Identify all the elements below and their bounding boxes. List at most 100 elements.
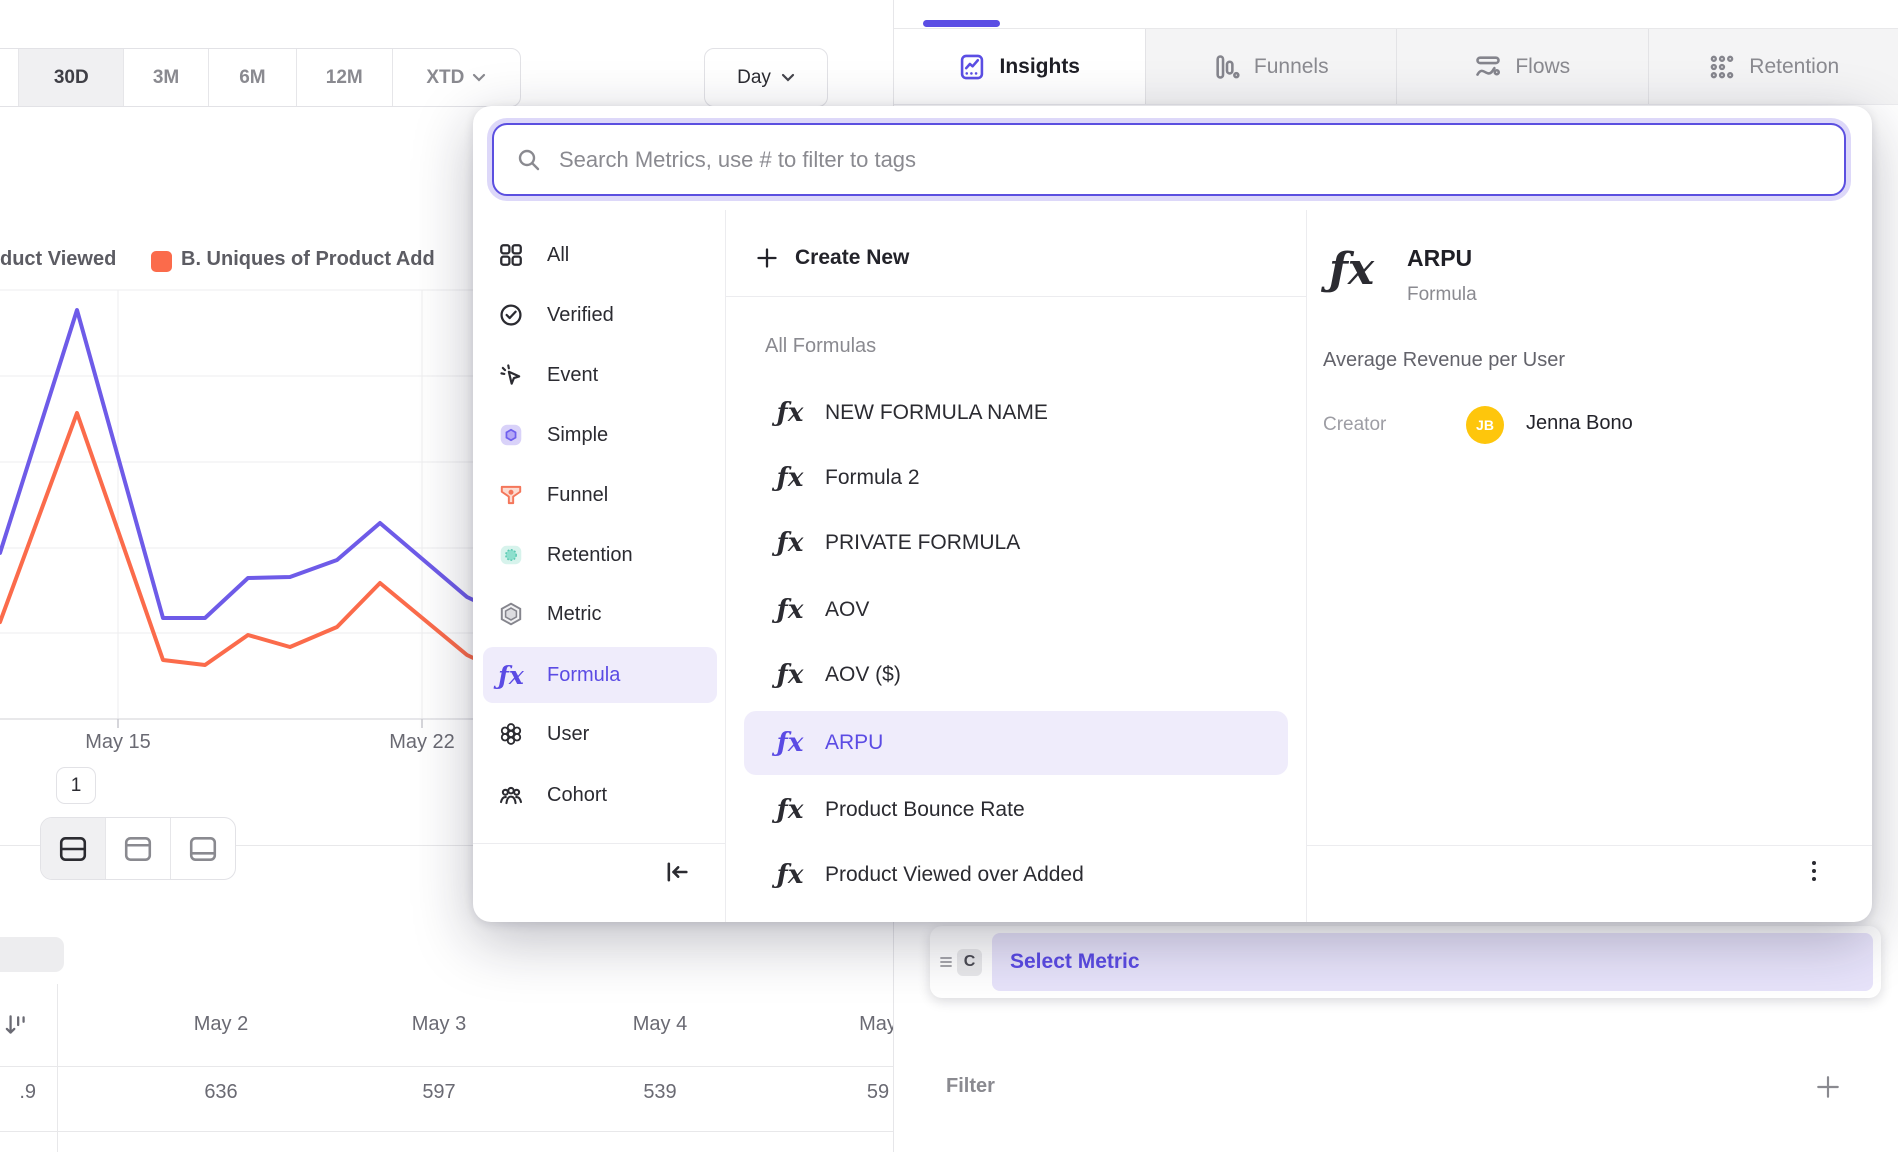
category-label: Funnel <box>547 484 608 507</box>
fx-icon: ƒx <box>773 528 807 558</box>
metric-clause-card: C Select Metric <box>930 926 1881 998</box>
create-new-label: Create New <box>795 246 909 270</box>
modal-column-divider <box>725 210 726 922</box>
funnel-icon <box>498 482 524 508</box>
kebab-menu-icon[interactable] <box>1803 858 1825 884</box>
category-label: Formula <box>547 664 620 687</box>
formula-detail-title: ARPU <box>1407 245 1472 272</box>
category-verified[interactable]: Verified <box>485 291 715 339</box>
fx-icon: ƒx <box>773 860 807 890</box>
category-label: User <box>547 723 589 746</box>
list-divider <box>725 296 1306 297</box>
table-cell: 597 <box>369 1081 509 1104</box>
formula-name: NEW FORMULA NAME <box>825 401 1048 425</box>
category-formula[interactable]: ƒx Formula <box>485 651 715 699</box>
category-label: Cohort <box>547 784 607 807</box>
tab-funnels[interactable]: Funnels <box>1145 29 1397 104</box>
collapse-panel-icon[interactable] <box>663 858 691 886</box>
formula-item[interactable]: ƒxFormula 2 <box>773 456 1273 500</box>
flows-wave-icon <box>1474 53 1502 81</box>
category-label: Event <box>547 364 598 387</box>
drag-handle-icon[interactable] <box>938 954 954 970</box>
formula-detail-fx-icon: ƒx <box>1329 244 1374 295</box>
split-view-icon <box>58 835 88 863</box>
category-event[interactable]: Event <box>485 351 715 399</box>
layout-chart-view-button[interactable] <box>105 818 170 879</box>
cohort-people-icon <box>498 782 524 808</box>
top-pane-icon <box>123 835 153 863</box>
granularity-dropdown[interactable]: Day <box>704 48 828 107</box>
range-12m-button[interactable]: 12M <box>296 49 392 106</box>
create-new-button[interactable]: Create New <box>755 238 909 278</box>
formula-name: AOV ($) <box>825 663 901 687</box>
table-header-may5: May <box>808 1013 893 1036</box>
tab-insights[interactable]: Insights <box>894 29 1145 104</box>
partial-tab[interactable] <box>0 937 64 972</box>
range-xtd-button[interactable]: XTD <box>392 49 520 106</box>
tab-flows[interactable]: Flows <box>1396 29 1648 104</box>
app-window: 30D 3M 6M 12M XTD Day duct Viewed B. Uni… <box>0 0 1898 1152</box>
detail-footer-divider <box>1306 845 1872 846</box>
layout-table-view-button[interactable] <box>170 818 235 879</box>
pagination-page-button[interactable]: 1 <box>56 767 96 804</box>
formula-item[interactable]: ƒx AOV ($) <box>773 653 1273 697</box>
formula-item[interactable]: ƒxPRIVATE FORMULA <box>773 521 1273 565</box>
search-icon <box>516 147 542 173</box>
user-cluster-icon <box>498 721 524 747</box>
category-label: Metric <box>547 603 601 626</box>
table-cell: 59 <box>808 1081 893 1104</box>
add-filter-button[interactable] <box>1815 1074 1841 1100</box>
grid-icon <box>498 242 524 268</box>
chart-line-series-b <box>0 413 505 673</box>
x-axis-label-may22: May 22 <box>372 731 472 754</box>
range-3m-button[interactable]: 3M <box>123 49 208 106</box>
fx-icon: ƒx <box>773 398 807 428</box>
tab-label: Retention <box>1749 55 1839 79</box>
layout-split-view-button[interactable] <box>41 818 105 879</box>
chart-line-series-a <box>0 310 505 618</box>
category-metric[interactable]: Metric <box>485 590 715 638</box>
x-axis-label-may15: May 15 <box>68 731 168 754</box>
metric-search-input[interactable]: Search Metrics, use # to filter to tags <box>492 123 1846 196</box>
simple-metric-icon <box>498 422 524 448</box>
retention-metric-icon <box>498 542 524 568</box>
select-metric-field[interactable]: Select Metric <box>992 933 1873 991</box>
category-label: Verified <box>547 304 614 327</box>
tab-retention[interactable]: Retention <box>1648 29 1898 104</box>
range-segment-hidden[interactable] <box>0 49 18 106</box>
metric-picker-modal: Search Metrics, use # to filter to tags … <box>473 106 1872 922</box>
sort-descending-icon[interactable] <box>3 1010 29 1040</box>
category-user[interactable]: User <box>485 710 715 758</box>
select-metric-placeholder: Select Metric <box>1010 950 1140 974</box>
formula-name: AOV <box>825 598 869 622</box>
fx-icon: ƒx <box>773 660 807 690</box>
fx-icon: ƒx <box>773 463 807 493</box>
chevron-down-icon <box>472 73 486 82</box>
table-row-divider <box>0 1131 893 1132</box>
formula-detail-description: Average Revenue per User <box>1323 349 1565 372</box>
category-simple[interactable]: Simple <box>485 411 715 459</box>
range-xtd-label: XTD <box>426 67 464 89</box>
formula-item[interactable]: ƒxProduct Bounce Rate <box>773 788 1273 832</box>
table-header-may3: May 3 <box>369 1013 509 1036</box>
verified-badge-icon <box>498 302 524 328</box>
formula-item[interactable]: ƒxAOV <box>773 588 1273 632</box>
formula-item[interactable]: ƒx NEW FORMULA NAME <box>773 391 1273 435</box>
category-cohort[interactable]: Cohort <box>485 771 715 819</box>
range-30d-button[interactable]: 30D <box>18 49 123 106</box>
table-cell: 539 <box>590 1081 730 1104</box>
filter-section-label: Filter <box>946 1075 995 1098</box>
funnels-bars-icon <box>1213 53 1241 81</box>
formula-item[interactable]: ƒxProduct Viewed over Added <box>773 853 1273 897</box>
category-all[interactable]: All <box>485 231 715 279</box>
insights-chart-icon <box>958 53 986 81</box>
modal-column-divider <box>1306 210 1307 922</box>
category-retention[interactable]: Retention <box>485 531 715 579</box>
retention-dots-icon <box>1708 53 1736 81</box>
range-6m-button[interactable]: 6M <box>208 49 296 106</box>
formula-item-selected[interactable]: ƒxARPU <box>773 721 1273 765</box>
formulas-section-title: All Formulas <box>765 335 876 358</box>
category-funnel[interactable]: Funnel <box>485 471 715 519</box>
chevron-down-icon <box>781 73 795 82</box>
formula-name: ARPU <box>825 731 883 755</box>
